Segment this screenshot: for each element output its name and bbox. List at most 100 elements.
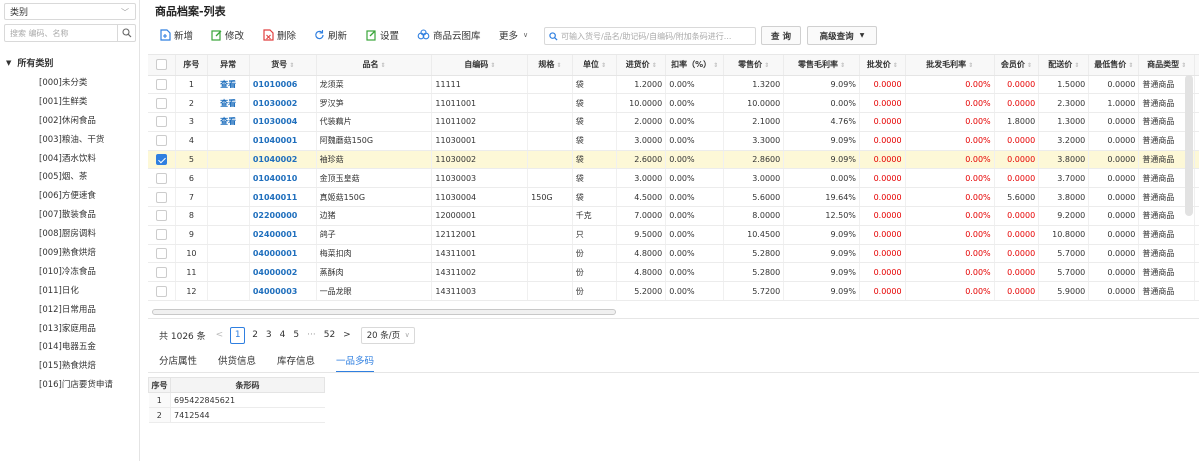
cell-code[interactable]: 01040001 [249, 131, 317, 151]
tab-multi-barcode[interactable]: 一品多码 [336, 353, 375, 373]
sort-icon[interactable]: ⇕ [840, 62, 845, 69]
cell-code[interactable]: 01010006 [249, 75, 317, 95]
sort-icon[interactable]: ⇕ [652, 62, 657, 69]
table-row[interactable]: 6 01040010 金顶玉皇菇 11030003 袋 3.0000 0.00% 3.0000… [148, 168, 1199, 189]
cell-code[interactable]: 02400001 [249, 225, 317, 245]
sort-icon[interactable]: ⇕ [1027, 62, 1032, 69]
column-header[interactable]: 配送价 ⇕ [1038, 55, 1090, 76]
cell-abn[interactable] [207, 206, 250, 226]
scrollbar-thumb[interactable] [152, 309, 616, 315]
row-checkbox[interactable] [148, 168, 177, 189]
tree-item[interactable]: [006]方便速食 [39, 190, 113, 209]
sort-icon[interactable]: ⇕ [490, 62, 495, 69]
sort-icon[interactable]: ⇕ [764, 62, 769, 69]
table-row[interactable]: 1 查看 01010006 龙须菜 11111 袋 1.2000 0.00% 1.3200 9.0… [148, 75, 1199, 95]
cell-abn[interactable] [207, 262, 250, 283]
sort-icon[interactable]: ⇕ [1128, 62, 1133, 69]
cell-code[interactable]: 04000001 [249, 244, 317, 264]
cell-abn[interactable] [207, 131, 250, 151]
cell-code[interactable]: 01040011 [249, 187, 317, 208]
tab-stock-info[interactable]: 库存信息 [277, 353, 315, 373]
tree-item[interactable]: [014]电器五金 [39, 341, 113, 360]
table-row[interactable]: 3 查看 01030004 代装藕片 11011002 袋 2.0000 0.00% 2.100… [148, 112, 1199, 132]
row-checkbox[interactable] [148, 206, 177, 226]
column-header[interactable]: 单位 ⇕ [572, 55, 618, 76]
cell-code[interactable]: 04000002 [249, 262, 317, 283]
row-checkbox[interactable] [148, 131, 177, 151]
row-checkbox[interactable] [148, 75, 177, 95]
table-row[interactable]: 8 02200000 边猪 12000001 千克 7.0000 0.00% 8.0000 12… [148, 206, 1199, 226]
tree-item[interactable]: [013]家庭用品 [39, 323, 113, 342]
prev-page-icon[interactable]: < [216, 330, 224, 340]
cell-code[interactable]: 04000003 [249, 281, 317, 302]
table-row[interactable]: 2 查看 01030002 罗汉笋 11011001 袋 10.0000 0.00% 10.00… [148, 93, 1199, 114]
column-header[interactable]: 批发毛利率 ⇕ [905, 55, 995, 76]
sort-icon[interactable]: ⇕ [601, 62, 606, 69]
table-row[interactable]: 11 04000002 蒸酥肉 14311002 份 4.8000 0.00% 5.2800 9… [148, 262, 1199, 283]
refresh-button[interactable]: 刷新 [314, 28, 347, 42]
column-header[interactable]: 序号 [175, 55, 208, 76]
cell-code[interactable]: 01030002 [249, 93, 317, 114]
tree-item[interactable]: [015]熟食烘焙 [39, 360, 113, 379]
row-checkbox[interactable] [148, 244, 177, 264]
caret-down-icon[interactable]: ▼ [6, 59, 11, 67]
column-header[interactable]: 零售毛利率 ⇕ [783, 55, 860, 76]
tree-item[interactable]: [005]烟、茶 [39, 171, 113, 190]
edit-button[interactable]: 修改 [211, 28, 244, 42]
cell-code[interactable]: 01040010 [249, 168, 317, 189]
row-checkbox[interactable] [148, 112, 177, 132]
tree-item[interactable]: [001]生鲜类 [39, 96, 113, 115]
select-all-checkbox[interactable] [148, 55, 177, 76]
category-search-input[interactable] [5, 25, 117, 41]
product-search-input[interactable] [561, 31, 755, 41]
delete-button[interactable]: 删除 [263, 28, 296, 42]
category-select[interactable]: 类别 ﹀ [4, 3, 136, 20]
cloud-library-button[interactable]: 商品云图库 [417, 28, 481, 42]
horizontal-scrollbar[interactable] [148, 307, 1199, 317]
tree-item[interactable]: [004]酒水饮料 [39, 153, 113, 172]
sort-icon[interactable]: ⇕ [893, 62, 898, 69]
tree-item[interactable]: [007]散装食品 [39, 209, 113, 228]
cell-abn[interactable]: 查看 [207, 75, 250, 95]
add-button[interactable]: 新增 [160, 28, 193, 42]
tree-item[interactable]: [000]未分类 [39, 77, 113, 96]
page-3[interactable]: 3 [266, 330, 272, 340]
column-header[interactable]: 品名 ⇕ [316, 55, 433, 76]
tab-supply-info[interactable]: 供货信息 [218, 353, 256, 373]
row-checkbox[interactable] [148, 281, 177, 302]
tree-item[interactable]: [012]日常用品 [39, 304, 113, 323]
column-header[interactable]: 零售价 ⇕ [723, 55, 785, 76]
page-size-select[interactable]: 20 条/页 ∨ [360, 326, 415, 344]
table-row[interactable]: 12 04000003 一品龙眼 14311003 份 5.2000 0.00% 5.7200… [148, 281, 1199, 302]
column-header[interactable]: 最低售价 ⇕ [1088, 55, 1140, 76]
page-5[interactable]: 5 [293, 330, 299, 340]
cell-code[interactable]: 01030004 [249, 112, 317, 132]
page-last[interactable]: 52 [324, 330, 335, 340]
cell-abn[interactable]: 查看 [207, 112, 250, 132]
tree-item[interactable]: [016]门店要货申请 [39, 379, 113, 398]
sort-icon[interactable]: ⇕ [556, 62, 561, 69]
column-header[interactable]: 货号 ⇕ [249, 55, 317, 76]
page-ellipsis[interactable]: ··· [307, 330, 316, 340]
tree-item[interactable]: [009]熟食烘焙 [39, 247, 113, 266]
table-row[interactable]: 10 04000001 梅菜扣肉 14311001 份 4.8000 0.00% 5.2800… [148, 244, 1199, 264]
tree-item[interactable]: [008]厨房调料 [39, 228, 113, 247]
column-header[interactable]: 扣率（%） ⇕ [665, 55, 725, 76]
tree-item[interactable]: [003]粮油、干货 [39, 134, 113, 153]
cell-abn[interactable] [207, 225, 250, 245]
column-header[interactable]: 规格 ⇕ [527, 55, 573, 76]
tree-item[interactable]: [010]冷冻食品 [39, 266, 113, 285]
table-row[interactable]: 5 01040002 袖珍菇 11030002 袋 2.6000 0.00% 2.8600 9.… [148, 150, 1199, 170]
sort-icon[interactable]: ⇕ [713, 62, 718, 69]
row-checkbox[interactable] [148, 225, 177, 245]
vertical-scrollbar[interactable] [1185, 75, 1193, 216]
table-row[interactable]: 9 02400001 鸽子 12112001 只 9.5000 0.00% 10.4500 9.… [148, 225, 1199, 245]
sort-icon[interactable]: ⇕ [968, 62, 973, 69]
cell-abn[interactable] [207, 168, 250, 189]
column-header[interactable]: 商品类型 ⇕ [1138, 55, 1196, 76]
row-checkbox[interactable] [148, 150, 177, 170]
page-1[interactable]: 1 [230, 326, 246, 344]
cell-abn[interactable] [207, 244, 250, 264]
more-dropdown[interactable]: 更多 ∨ [499, 28, 528, 42]
table-row[interactable]: 4 01040001 阿魏蘑菇150G 11030001 袋 3.0000 0.00% 3.3… [148, 131, 1199, 151]
